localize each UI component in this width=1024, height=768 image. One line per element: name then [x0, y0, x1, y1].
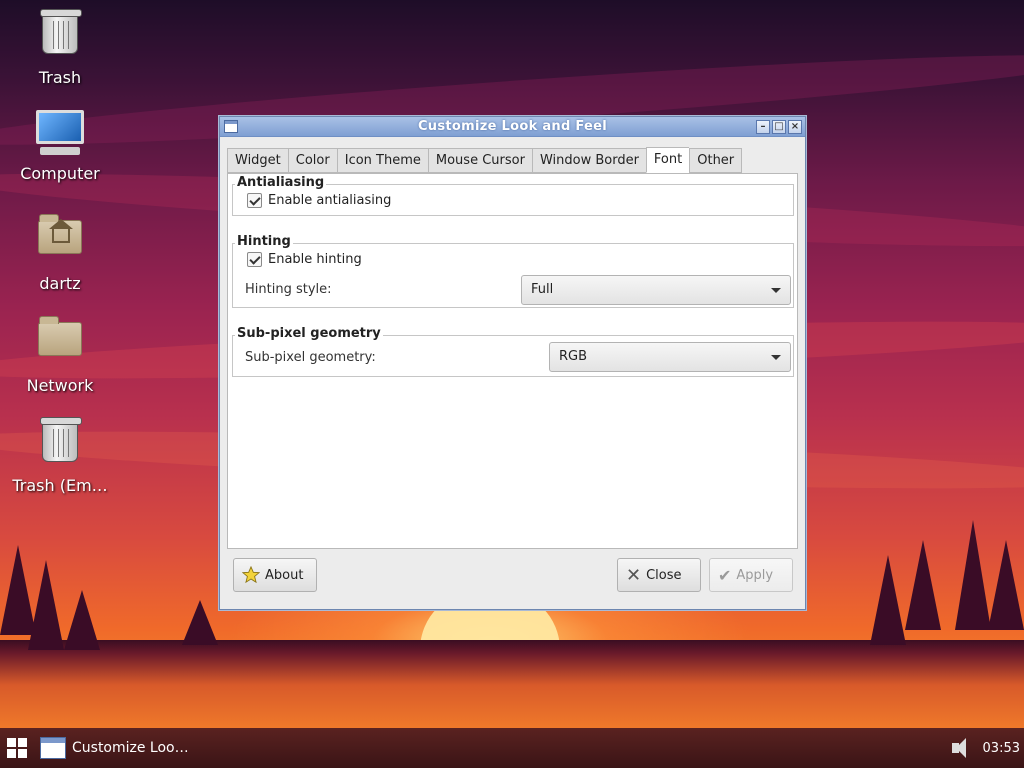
hinting-style-label: Hinting style:	[245, 282, 332, 297]
hinting-style-value: Full	[531, 282, 554, 297]
folder-icon	[36, 316, 84, 370]
tab-bar: Widget Color Icon Theme Mouse Cursor Win…	[227, 147, 743, 173]
wallpaper-tree	[905, 540, 941, 630]
tab-icon-theme[interactable]: Icon Theme	[336, 148, 428, 173]
wallpaper-tree	[988, 540, 1024, 630]
wallpaper-tree	[870, 555, 906, 645]
apply-button-label: Apply	[736, 567, 774, 583]
system-tray: 03:53	[949, 728, 1020, 768]
enable-hinting-checkbox-row[interactable]: Enable hinting	[247, 252, 362, 267]
chevron-down-icon	[771, 288, 781, 293]
close-icon: ✕	[626, 564, 642, 586]
hinting-group: Hinting Enable hinting Hinting style: Fu…	[232, 234, 794, 308]
star-icon	[242, 566, 260, 584]
customize-look-and-feel-window: Customize Look and Feel – □ × Widget Col…	[219, 116, 806, 610]
wallpaper-ground	[0, 640, 1024, 730]
about-button-label: About	[265, 567, 304, 583]
clock[interactable]: 03:53	[983, 741, 1020, 756]
taskbar: Customize Loo… 03:53	[0, 728, 1024, 768]
desktop-icon-computer[interactable]: Computer	[5, 110, 115, 183]
minimize-button[interactable]: –	[756, 120, 770, 134]
chevron-down-icon	[771, 355, 781, 360]
subpixel-geometry-value: RGB	[559, 349, 588, 364]
computer-icon	[36, 110, 84, 158]
window-titlebar[interactable]: Customize Look and Feel – □ ×	[220, 117, 805, 137]
tab-widget[interactable]: Widget	[227, 148, 288, 173]
hinting-style-dropdown[interactable]: Full	[521, 275, 791, 305]
home-folder-icon	[36, 214, 84, 268]
subpixel-geometry-group-title: Sub-pixel geometry	[235, 326, 383, 341]
trash-icon	[36, 417, 84, 470]
window-title: Customize Look and Feel	[417, 119, 608, 134]
windows-logo-icon	[7, 738, 27, 758]
desktop-icon-trash[interactable]: Trash	[5, 9, 115, 87]
about-button[interactable]: About	[233, 558, 317, 592]
subpixel-geometry-label: Sub-pixel geometry:	[245, 350, 376, 365]
enable-antialiasing-checkbox-row[interactable]: Enable antialiasing	[247, 193, 391, 208]
enable-antialiasing-label: Enable antialiasing	[268, 193, 392, 208]
maximize-button[interactable]: □	[772, 120, 786, 134]
desktop-icon-label: Network	[26, 376, 94, 395]
tab-window-border[interactable]: Window Border	[531, 148, 646, 173]
enable-antialiasing-checkbox[interactable]	[247, 193, 262, 208]
checkmark-icon: ✔	[718, 565, 732, 585]
window-app-icon	[40, 737, 66, 759]
close-button-label: Close	[646, 567, 682, 583]
volume-icon[interactable]	[949, 736, 973, 760]
wallpaper-tree	[64, 590, 100, 650]
enable-hinting-label: Enable hinting	[268, 252, 362, 267]
tab-other[interactable]: Other	[689, 148, 743, 173]
wallpaper-tree	[28, 560, 64, 650]
start-menu-button[interactable]	[0, 728, 34, 768]
enable-hinting-checkbox[interactable]	[247, 252, 262, 267]
close-window-button[interactable]: ×	[788, 120, 802, 134]
antialiasing-group-title: Antialiasing	[235, 175, 327, 190]
font-tab-panel: Antialiasing Enable antialiasing Hinting…	[227, 173, 798, 549]
tab-font[interactable]: Font	[645, 147, 690, 173]
tab-mouse-cursor[interactable]: Mouse Cursor	[427, 148, 532, 173]
subpixel-geometry-group: Sub-pixel geometry Sub-pixel geometry: R…	[232, 326, 794, 377]
hinting-group-title: Hinting	[235, 234, 293, 249]
antialiasing-group: Antialiasing Enable antialiasing	[232, 175, 794, 216]
taskbar-item-customize[interactable]: Customize Loo…	[34, 728, 195, 768]
desktop-icon-label: dartz	[39, 274, 81, 293]
desktop-icon-label: Computer	[20, 164, 100, 183]
desktop-icon-label: Trash (Em…	[12, 476, 108, 495]
apply-button[interactable]: ✔ Apply	[709, 558, 793, 592]
tab-color[interactable]: Color	[287, 148, 337, 173]
desktop-icon-label: Trash	[38, 68, 82, 87]
trash-icon	[36, 9, 84, 62]
close-button[interactable]: ✕ Close	[617, 558, 701, 592]
wallpaper-tree	[955, 520, 991, 630]
subpixel-geometry-dropdown[interactable]: RGB	[549, 342, 791, 372]
taskbar-item-label: Customize Loo…	[72, 740, 189, 756]
wallpaper-tree	[182, 600, 218, 645]
desktop-icon-home[interactable]: dartz	[5, 212, 115, 293]
desktop-icon-network[interactable]: Network	[5, 314, 115, 395]
desktop-icon-trash-empty[interactable]: Trash (Em…	[5, 417, 115, 495]
